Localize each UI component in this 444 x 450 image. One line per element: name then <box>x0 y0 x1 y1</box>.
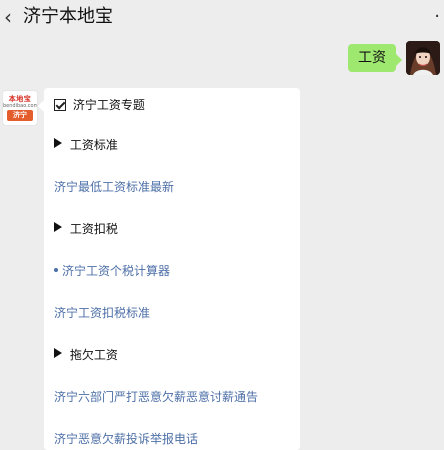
arrow-right-icon <box>54 348 62 358</box>
user-message-row: 工资 <box>348 40 440 76</box>
section-heading-row: 拖欠工资 <box>54 348 290 362</box>
section-heading-row: 工资扣税 <box>54 222 290 236</box>
section-heading-row: 工资标准 <box>54 138 290 152</box>
more-dots-icon[interactable]: · <box>434 5 440 29</box>
bot-badge: 济宁 <box>7 110 33 121</box>
section-heading: 工资扣税 <box>69 222 118 236</box>
link-item[interactable]: 济宁恶意欠薪投诉举报电话 <box>54 432 290 446</box>
user-avatar[interactable] <box>406 41 440 75</box>
link-text[interactable]: 济宁六部门严打恶意欠薪恶意讨薪通告 <box>54 390 258 404</box>
link-item[interactable]: 济宁工资扣税标准 <box>54 306 290 320</box>
link-text[interactable]: 济宁恶意欠薪投诉举报电话 <box>54 432 198 446</box>
bot-logo-url: bendibao.com <box>3 103 38 109</box>
bot-message-bubble: 济宁工资专题 工资标准 济宁最低工资标准最新 工资扣税 济宁工资个税计算器 济宁… <box>38 88 300 450</box>
bot-title-row: 济宁工资专题 <box>54 98 290 112</box>
chat-title: 济宁本地宝 <box>23 6 113 27</box>
link-text[interactable]: 济宁最低工资标准最新 <box>54 180 174 194</box>
link-text[interactable]: 济宁工资扣税标准 <box>54 306 150 320</box>
link-text[interactable]: 济宁工资个税计算器 <box>62 264 170 278</box>
bot-title: 济宁工资专题 <box>72 98 145 112</box>
arrow-right-icon <box>54 222 62 232</box>
section-heading: 拖欠工资 <box>69 348 118 362</box>
link-item[interactable]: 济宁工资个税计算器 <box>54 264 290 278</box>
bot-avatar[interactable]: 本地宝 bendibao.com 济宁 <box>2 90 38 126</box>
chat-header: ‹ 济宁本地宝 · <box>0 0 444 38</box>
dot-icon <box>54 268 58 272</box>
user-avatar-icon <box>406 41 440 75</box>
chevron-left-icon[interactable]: ‹ <box>4 5 12 29</box>
user-message-bubble: 工资 <box>348 44 402 72</box>
checkbox-icon <box>54 99 66 111</box>
link-item[interactable]: 济宁六部门严打恶意欠薪恶意讨薪通告 <box>54 390 290 404</box>
link-item[interactable]: 济宁最低工资标准最新 <box>54 180 290 194</box>
arrow-right-icon <box>54 138 62 148</box>
section-heading: 工资标准 <box>69 138 118 152</box>
